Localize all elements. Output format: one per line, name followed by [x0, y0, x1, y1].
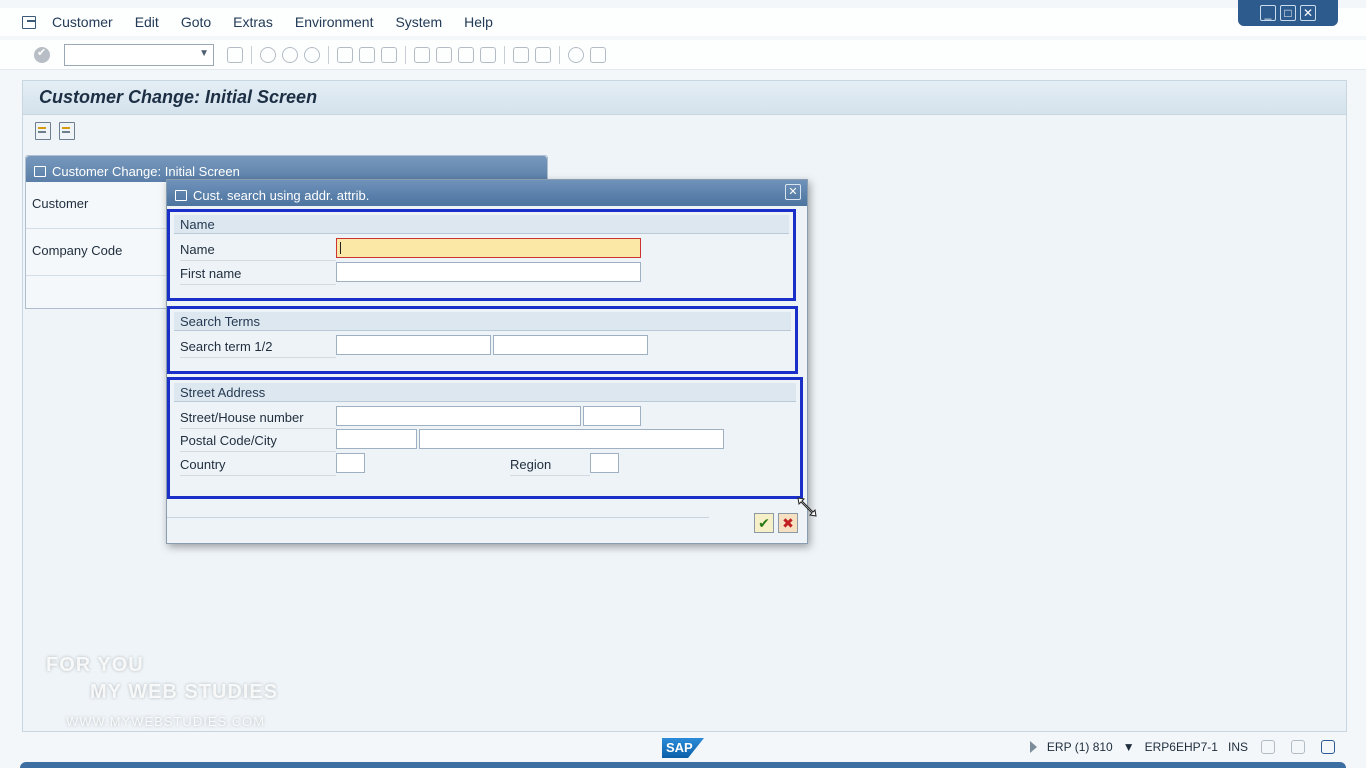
dropdown-icon[interactable]: ▼: [1123, 740, 1135, 754]
previous-page-icon[interactable]: [436, 46, 452, 63]
layout-icon[interactable]: [590, 46, 606, 63]
find-icon[interactable]: [359, 46, 375, 63]
search-term-label: Search term 1/2: [180, 339, 336, 358]
change-document-icon[interactable]: [35, 122, 51, 140]
dialog-close-icon[interactable]: ✕: [785, 184, 801, 200]
dialog-window-icon: [175, 189, 187, 201]
toolbar-separator: [559, 45, 560, 64]
name-group: Name Name First name: [167, 209, 796, 301]
dialog-footer-divider: [167, 517, 709, 518]
search-dialog: Cust. search using addr. attrib. ✕ Name …: [166, 179, 808, 544]
application-toolbar: [23, 115, 1346, 151]
background-panel-title-text: Customer Change: Initial Screen: [52, 164, 240, 179]
last-page-icon[interactable]: [480, 46, 496, 63]
postal-row: Postal Code/City: [170, 429, 800, 452]
region-input[interactable]: [590, 453, 619, 473]
menu-goto[interactable]: Goto: [181, 14, 211, 30]
menu-edit[interactable]: Edit: [135, 14, 159, 30]
street-input[interactable]: [336, 406, 581, 426]
save-icon[interactable]: [227, 46, 243, 63]
name-row: Name: [170, 238, 793, 261]
maximize-icon[interactable]: □: [1280, 5, 1296, 21]
cancel-button[interactable]: ✖: [778, 513, 798, 533]
print-icon[interactable]: [337, 46, 353, 63]
sap-logo: SAP: [662, 738, 704, 758]
menu-environment[interactable]: Environment: [295, 14, 374, 30]
lock-icon[interactable]: [1321, 740, 1335, 754]
system-info: ERP (1) 810 ▼ ERP6EHP7-1 INS: [1029, 740, 1338, 754]
back-icon[interactable]: [260, 46, 276, 63]
watermark-line-2: MY WEB STUDIES: [90, 681, 279, 703]
first-name-row: First name: [170, 262, 793, 285]
insert-mode: INS: [1227, 740, 1248, 754]
search-terms-group-title: Search Terms: [174, 312, 791, 331]
continue-button[interactable]: ✔: [754, 513, 774, 533]
search-term-row: Search term 1/2: [170, 335, 795, 358]
country-input[interactable]: [336, 453, 365, 473]
country-label: Country: [180, 457, 336, 476]
command-field[interactable]: [64, 43, 214, 66]
next-page-icon[interactable]: [458, 46, 474, 63]
menu-customer[interactable]: Customer: [52, 14, 113, 30]
dialog-title: Cust. search using addr. attrib.: [193, 187, 370, 203]
minimize-icon[interactable]: _: [1260, 5, 1276, 21]
watermark-url: WWW.MYWEBSTUDIES.COM: [66, 714, 266, 729]
name-group-title: Name: [174, 215, 789, 234]
search-term-1-input[interactable]: [336, 335, 491, 355]
screen-title: Customer Change: Initial Screen: [23, 81, 1346, 115]
system-id: ERP (1) 810: [1046, 740, 1113, 754]
first-name-label: First name: [180, 266, 336, 285]
shortcut-icon[interactable]: [535, 46, 551, 63]
region-label: Region: [510, 457, 590, 476]
toolbar-separator: [504, 45, 505, 64]
search-term-2-input[interactable]: [493, 335, 648, 355]
new-session-icon[interactable]: [513, 46, 529, 63]
first-name-input[interactable]: [336, 262, 641, 282]
expand-status-icon[interactable]: [1029, 741, 1037, 753]
toolbar-separator: [328, 45, 329, 64]
menu-help[interactable]: Help: [464, 14, 493, 30]
chart-icon[interactable]: [1261, 740, 1275, 754]
enter-icon[interactable]: [34, 46, 50, 63]
city-input[interactable]: [419, 429, 724, 449]
toolbar-separator: [405, 45, 406, 64]
transfer-icon[interactable]: [1291, 740, 1305, 754]
menu-extras[interactable]: Extras: [233, 14, 273, 30]
street-address-group-title: Street Address: [174, 383, 796, 402]
country-row: Country Region: [170, 453, 800, 476]
name-input[interactable]: [336, 238, 641, 258]
street-label: Street/House number: [180, 410, 336, 429]
resize-cursor-icon: [797, 497, 817, 517]
display-document-icon[interactable]: [59, 122, 75, 140]
find-next-icon[interactable]: [381, 46, 397, 63]
close-window-icon[interactable]: ✕: [1300, 5, 1316, 21]
menu-window-icon[interactable]: [22, 15, 38, 29]
status-bar: SAP ERP (1) 810 ▼ ERP6EHP7-1 INS: [0, 736, 1366, 760]
bottom-frame: [20, 762, 1346, 768]
postal-label: Postal Code/City: [180, 433, 336, 452]
window-icon: [34, 166, 46, 177]
toolbar-separator: [251, 45, 252, 64]
name-label: Name: [180, 242, 336, 261]
window-controls: _ □ ✕: [1238, 0, 1338, 26]
cancel-icon[interactable]: [304, 46, 320, 63]
search-terms-group: Search Terms Search term 1/2: [167, 306, 798, 374]
exit-icon[interactable]: [282, 46, 298, 63]
street-row: Street/House number: [170, 406, 800, 429]
watermark-line-1: FOR YOU: [46, 654, 144, 676]
dialog-title-bar: Cust. search using addr. attrib. ✕: [167, 180, 807, 206]
first-page-icon[interactable]: [414, 46, 430, 63]
house-number-input[interactable]: [583, 406, 641, 426]
postal-code-input[interactable]: [336, 429, 417, 449]
help-icon[interactable]: [568, 46, 584, 63]
server-name: ERP6EHP7-1: [1144, 740, 1218, 754]
street-address-group: Street Address Street/House number Posta…: [167, 377, 803, 499]
standard-toolbar: [0, 40, 1366, 70]
menu-system[interactable]: System: [395, 14, 442, 30]
menu-bar: Customer Edit Goto Extras Environment Sy…: [0, 8, 1366, 36]
